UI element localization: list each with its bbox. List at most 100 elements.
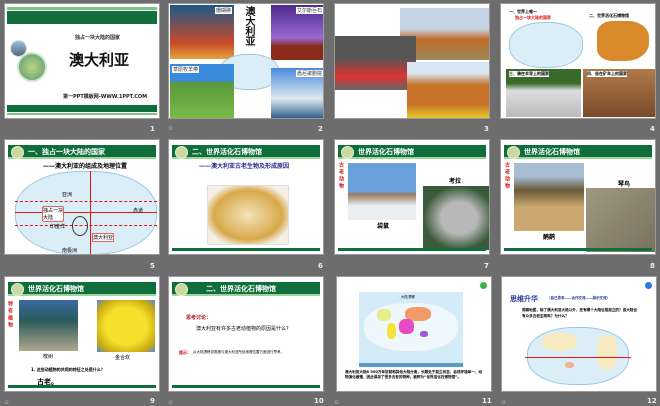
map-title: 大陆漂移 [401,295,415,299]
footer-bar [7,105,157,112]
australia-map [597,21,649,61]
body-text: 观察地图，除了澳大利亚大陆以外，还有哪个大陆也是孤立的？该大陆也有众多古老生物吗… [522,308,637,318]
dancers-photo [407,62,489,118]
footer-bar [172,248,320,251]
slide-header: 世界活化石博物馆 [338,145,486,159]
photo-label: 悉尼歌剧院 [296,70,323,77]
menu-item[interactable]: 三、骑在羊背上的国家 [509,71,549,77]
logo-icon [341,146,354,159]
footer-bar [172,385,320,388]
photo-label: 鸸鹋 [543,234,556,241]
title: 澳大利亚 [69,51,130,69]
slide-thumbnail-10[interactable]: 二、世界活化石博物馆 思考讨论： 澳大利亚有许多古老动植物的原因是什么？ 提示：… [168,276,324,392]
play-icon[interactable] [480,282,487,289]
slide-thumbnail-6[interactable]: 二、世界活化石博物馆 ——澳大利亚古老生物及形成原因 [168,139,324,255]
slide-thumbnail-9[interactable]: 世界活化石博物馆 特有植物 桉树 金合欢 1. 这些动植物的共同的特征之处是什么… [4,276,160,392]
menu-item[interactable]: 二、世界活化石博物馆 [589,13,629,19]
slide-thumbnail-11[interactable]: 大陆漂移 澳大利亚大陆6 500万年前就和其他大陆分离，长期处于孤立状态，自然环… [336,276,492,392]
slide-number: 9 [150,397,155,405]
map-label: 澳大利亚 [92,233,115,242]
slide-header: 世界活化石博物馆 [504,145,652,159]
photo-label: 琴鸟 [618,181,631,188]
subheader: ——澳大利亚的组成及地理位置 [43,163,128,170]
kangaroo-photo [348,163,416,220]
mountain-image [10,40,27,57]
menu-item[interactable]: 独占一块大陆的国家 [515,15,551,21]
animation-controls[interactable] [359,363,463,367]
header-text: 世界活化石博物馆 [358,148,414,156]
lyrebird-photo [586,188,655,252]
slide-thumbnail-12[interactable]: 思维升华 （自己思考——合作交流——展示交流） 观察地图，除了澳大利亚大陆以外，… [501,276,657,392]
header-text: 世界活化石博物馆 [524,148,580,156]
menu-item[interactable]: 四、坐在矿车上的国家 [587,71,627,77]
decor-bar [7,113,157,115]
footer-bar [504,248,652,251]
hint-label: 提示： [179,350,191,355]
globe-icon [645,282,652,289]
transition-icon[interactable]: ✩ [168,399,173,406]
body-text: 澳大利亚大陆6 500万年前就和其他大陆分离，长期处于孤立状态，自然环境单一，动… [345,370,483,379]
map-label: 印度洋 [50,224,66,230]
slide-thumbnail-7[interactable]: 世界活化石博物馆 古老动物 袋鼠 考拉 [334,139,490,255]
land-north-america [377,309,391,321]
map-land [597,335,617,370]
emu-photo [514,163,584,231]
map-label: 赤道 [133,208,144,214]
slide-thumbnail-2[interactable]: 珊瑚礁 澳大利亚 艾尔斯巨石 草原牧羊带 悉尼歌剧院 [168,3,324,119]
transition-icon[interactable]: ✩ [334,399,339,406]
slide-header: 世界活化石博物馆 [8,282,156,296]
slide-header: 二、世界活化石博物馆 [172,145,320,159]
coat-of-arms-image [207,185,289,245]
hint-text: 从大陆漂移说角度与澳大利亚所处地理位置方面进行思考。 [193,350,284,354]
map-label: 独占一块大陆 [42,206,64,222]
photo-label: 袋鼠 [377,223,390,230]
footer-bar [8,385,156,388]
ceremony-photo [335,36,416,90]
wattle-photo [97,300,155,352]
meridian-line [90,171,91,254]
photo-label: 珊瑚礁 [215,7,233,14]
transition-icon[interactable]: ✩ [4,399,9,406]
title: 思维升华 [510,295,538,303]
slide-number: 11 [482,397,492,405]
footer-bar [338,248,486,251]
slide-number: 3 [484,125,489,133]
header-text: 二、世界活化石博物馆 [206,285,276,293]
slide-thumbnail-3[interactable] [334,3,490,119]
title-note: （自己思考——合作交流——展示交流） [547,296,610,300]
slide-number: 12 [647,397,657,405]
slide-number: 7 [484,262,489,270]
map-label: 南极洲 [62,248,78,254]
question-text: 1. 这些动植物的共同的特征之处是什么？ [31,367,105,372]
slide-thumbnail-5[interactable]: 一、独占一块大陆的国家 ——澳大利亚的组成及地理位置 亚洲 赤道 独占一块大陆 … [4,139,160,255]
header-bar [7,11,157,24]
side-label: 古老动物 [504,162,510,190]
tropic-line [15,201,157,202]
map-australia [565,362,574,368]
discussion-label: 思考讨论： [186,315,212,321]
transition-icon[interactable]: ✩ [168,125,173,132]
slide-thumbnail-1[interactable]: 独占一块大陆的国家 澳大利亚 第一PPT模板网-WWW.1PPT.COM [4,3,160,119]
slide-number: 1 [150,125,155,133]
logo-icon [11,146,24,159]
slide-thumbnail-4[interactable]: 一、世界上唯一 独占一块大陆的国家 二、世界活化石博物馆 三、骑在羊背上的国家 … [500,3,656,119]
subheader: ——澳大利亚古老生物及形成原因 [199,163,290,170]
map-label: 亚洲 [62,192,73,198]
equator-line [525,357,631,358]
transition-icon[interactable]: ✩ [501,399,506,406]
australia-highlight [72,216,88,236]
slide-thumbnail-8[interactable]: 世界活化石博物馆 古老动物 鸸鹋 琴鸟 [500,139,656,255]
photo-label: 艾尔斯巨石 [296,7,323,14]
header-text: 世界活化石博物馆 [28,285,84,293]
land-australia [420,331,428,337]
slide-header: 二、世界活化石博物馆 [172,282,320,296]
land-africa [399,319,414,334]
slide-number: 4 [650,125,655,133]
koala-photo [423,186,489,250]
header-text: 二、世界活化石博物馆 [192,148,262,156]
land-south-america [387,323,396,339]
slide-header: 一、独占一块大陆的国家 [8,145,156,159]
photo-label: 桉树 [43,354,54,360]
slide-number: 8 [650,262,655,270]
slide-number: 2 [318,125,323,133]
